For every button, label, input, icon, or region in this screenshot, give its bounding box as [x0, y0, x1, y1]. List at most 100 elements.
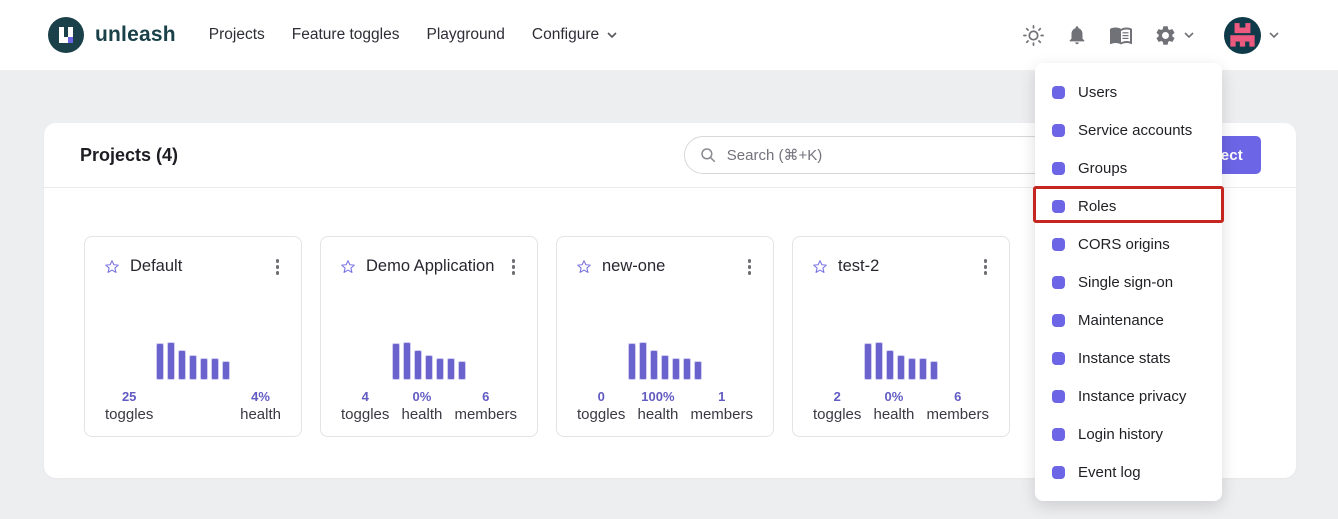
chart-bar	[661, 355, 669, 380]
favorite-star-icon[interactable]	[339, 258, 357, 276]
menu-bullet-icon	[1052, 428, 1065, 441]
chart-bar	[683, 358, 691, 380]
menu-item-cors-origins[interactable]: CORS origins	[1035, 225, 1222, 263]
unleash-logo-icon	[48, 17, 84, 53]
project-name: new-one	[602, 255, 665, 279]
chart-bar	[897, 355, 905, 380]
project-name: test-2	[838, 255, 879, 279]
project-menu-button[interactable]	[744, 255, 756, 279]
menu-bullet-icon	[1052, 276, 1065, 289]
menu-item-groups[interactable]: Groups	[1035, 149, 1222, 187]
chart-bar	[425, 355, 433, 380]
menu-item-service-accounts[interactable]: Service accounts	[1035, 111, 1222, 149]
settings-dropdown-menu: Users Service accounts Groups Roles CORS…	[1035, 63, 1222, 501]
chart-bar	[886, 350, 894, 380]
stat-toggles: 2 toggles	[813, 389, 861, 423]
book-icon	[1109, 23, 1133, 47]
top-navigation: unleash Projects Feature toggles Playgro…	[0, 0, 1338, 70]
chart-bar	[436, 358, 444, 380]
stat-health: 0% health	[401, 389, 442, 423]
stat-members: 6 members	[926, 389, 989, 423]
menu-item-single-sign-on[interactable]: Single sign-on	[1035, 263, 1222, 301]
chart-bar	[414, 350, 422, 380]
chart-bar	[178, 350, 186, 380]
chart-bar	[392, 343, 400, 380]
chart-bar	[639, 342, 647, 380]
chart-bar	[694, 361, 702, 380]
menu-bullet-icon	[1052, 352, 1065, 365]
user-menu-button[interactable]	[1224, 17, 1280, 54]
chart-bar	[403, 342, 411, 380]
project-activity-chart	[575, 340, 755, 380]
project-name: Demo Application	[366, 255, 494, 279]
project-card-new-one[interactable]: new-one 0 toggles 100% health 1 members	[556, 236, 774, 437]
stat-health: 4% health	[240, 389, 281, 423]
notifications-button[interactable]	[1066, 24, 1088, 46]
chart-bar	[672, 358, 680, 380]
chart-bar	[189, 355, 197, 380]
chart-bar	[875, 342, 883, 380]
menu-bullet-icon	[1052, 238, 1065, 251]
settings-menu-button[interactable]	[1154, 24, 1195, 47]
menu-item-maintenance[interactable]: Maintenance	[1035, 301, 1222, 339]
stat-members: 1 members	[690, 389, 753, 423]
stat-toggles: 4 toggles	[341, 389, 389, 423]
menu-bullet-icon	[1052, 200, 1065, 213]
nav-links: Projects Feature toggles Playground Conf…	[209, 26, 618, 44]
chart-bar	[222, 361, 230, 380]
chart-bar	[156, 343, 164, 380]
menu-bullet-icon	[1052, 162, 1065, 175]
menu-item-event-log[interactable]: Event log	[1035, 453, 1222, 491]
stat-health: 0% health	[873, 389, 914, 423]
favorite-star-icon[interactable]	[575, 258, 593, 276]
nav-item-feature-toggles[interactable]: Feature toggles	[292, 26, 400, 44]
menu-item-instance-privacy[interactable]: Instance privacy	[1035, 377, 1222, 415]
chart-bar	[200, 358, 208, 380]
brand-name: unleash	[95, 23, 176, 47]
avatar	[1224, 17, 1261, 54]
sun-icon	[1022, 24, 1045, 47]
brand[interactable]: unleash	[48, 17, 176, 53]
gear-icon	[1154, 24, 1177, 47]
favorite-star-icon[interactable]	[811, 258, 829, 276]
menu-bullet-icon	[1052, 390, 1065, 403]
bell-icon	[1066, 24, 1088, 46]
favorite-star-icon[interactable]	[103, 258, 121, 276]
project-menu-button[interactable]	[508, 255, 520, 279]
menu-item-users[interactable]: Users	[1035, 73, 1222, 111]
menu-item-roles[interactable]: Roles	[1035, 187, 1222, 225]
project-card-demo-application[interactable]: Demo Application 4 toggles 0% health 6 m…	[320, 236, 538, 437]
theme-toggle-button[interactable]	[1022, 24, 1045, 47]
stat-members: 6 members	[454, 389, 517, 423]
chart-bar	[864, 343, 872, 380]
project-activity-chart	[811, 340, 991, 380]
chart-bar	[167, 342, 175, 380]
nav-right-icons	[1022, 17, 1280, 54]
menu-item-login-history[interactable]: Login history	[1035, 415, 1222, 453]
menu-bullet-icon	[1052, 124, 1065, 137]
nav-item-projects[interactable]: Projects	[209, 26, 265, 44]
menu-item-instance-stats[interactable]: Instance stats	[1035, 339, 1222, 377]
chevron-down-icon	[1268, 29, 1280, 41]
stat-toggles: 25 toggles	[105, 389, 153, 423]
menu-bullet-icon	[1052, 314, 1065, 327]
chart-bar	[211, 358, 219, 380]
chevron-down-icon	[1183, 29, 1195, 41]
stat-health: 100% health	[637, 389, 678, 423]
project-menu-button[interactable]	[980, 255, 992, 279]
project-activity-chart	[103, 340, 283, 380]
documentation-button[interactable]	[1109, 23, 1133, 47]
project-card-test-2[interactable]: test-2 2 toggles 0% health 6 members	[792, 236, 1010, 437]
search-icon	[699, 146, 717, 164]
nav-item-playground[interactable]: Playground	[426, 26, 504, 44]
chart-bar	[930, 361, 938, 380]
chart-bar	[908, 358, 916, 380]
stat-toggles: 0 toggles	[577, 389, 625, 423]
project-menu-button[interactable]	[272, 255, 284, 279]
chart-bar	[458, 361, 466, 380]
nav-item-configure[interactable]: Configure	[532, 26, 618, 44]
project-card-default[interactable]: Default 25 toggles 4% health	[84, 236, 302, 437]
project-name: Default	[130, 255, 182, 279]
chart-bar	[628, 343, 636, 380]
chart-bar	[919, 358, 927, 380]
